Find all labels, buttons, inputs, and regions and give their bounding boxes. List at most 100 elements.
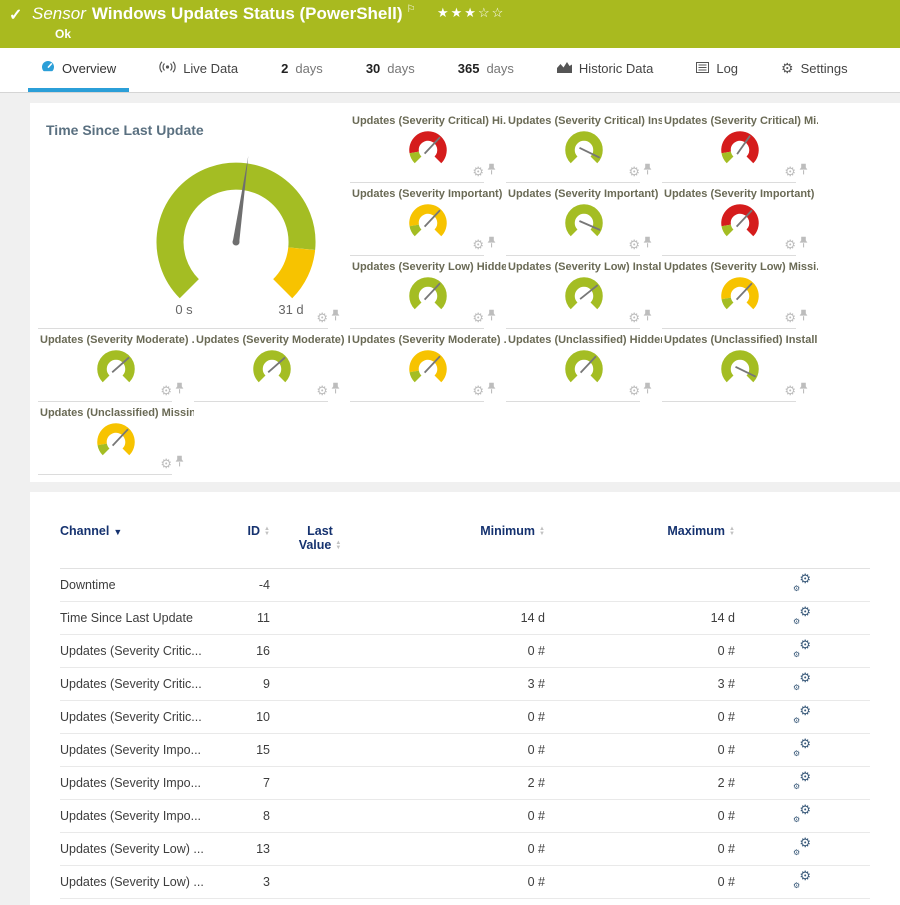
last-value-cell bbox=[270, 635, 370, 668]
small-gauge-label: Updates (Severity Critical) Mi... bbox=[662, 110, 818, 127]
gauge-gear-icon[interactable]: ⚙ bbox=[784, 165, 796, 178]
channel-settings-icon[interactable]: ⚙⚙ bbox=[794, 576, 811, 591]
gauge-pin-icon[interactable] bbox=[799, 308, 808, 326]
gauge-pin-icon[interactable] bbox=[643, 162, 652, 180]
small-gauge-cell: Updates (Severity Important) ... ⚙ bbox=[350, 183, 506, 256]
gauge-pin-icon[interactable] bbox=[175, 454, 184, 472]
priority-star-rating[interactable]: ★★★☆☆ bbox=[437, 5, 505, 21]
channel-settings-icon[interactable]: ⚙⚙ bbox=[794, 873, 811, 888]
gauge-gear-icon[interactable]: ⚙ bbox=[316, 311, 328, 324]
gauge-pin-icon[interactable] bbox=[799, 162, 808, 180]
small-gauge bbox=[400, 128, 456, 174]
channel-row[interactable]: Updates (Severity Low) ...130 #0 #⚙⚙ bbox=[60, 833, 870, 866]
gauge-gear-icon[interactable]: ⚙ bbox=[472, 311, 484, 324]
minimum-cell: 0 # bbox=[370, 635, 545, 668]
gauge-gear-icon[interactable]: ⚙ bbox=[628, 165, 640, 178]
channel-settings-icon[interactable]: ⚙⚙ bbox=[794, 708, 811, 723]
tab-overview[interactable]: Overview bbox=[28, 48, 129, 92]
sort-desc-icon: ▼ bbox=[113, 527, 122, 537]
gauge-gear-icon[interactable]: ⚙ bbox=[628, 238, 640, 251]
gauge-pin-icon[interactable] bbox=[487, 162, 496, 180]
small-gauge bbox=[556, 347, 612, 393]
gauge-gear-icon[interactable]: ⚙ bbox=[472, 384, 484, 397]
gauge-pin-icon[interactable] bbox=[799, 235, 808, 253]
channel-row[interactable]: Downtime-4⚙⚙ bbox=[60, 569, 870, 602]
column-header-minimum[interactable]: Minimum▲▼ bbox=[370, 518, 545, 569]
gauge-gear-icon[interactable]: ⚙ bbox=[472, 238, 484, 251]
tab-log[interactable]: Log bbox=[683, 48, 751, 92]
gauge-gear-icon[interactable]: ⚙ bbox=[160, 384, 172, 397]
channel-settings-icon[interactable]: ⚙⚙ bbox=[794, 774, 811, 789]
sensor-kind-label: Sensor bbox=[32, 4, 86, 23]
column-header-id[interactable]: ID▲▼ bbox=[225, 518, 270, 569]
channel-settings-icon[interactable]: ⚙⚙ bbox=[794, 741, 811, 756]
gauge-gear-icon[interactable]: ⚙ bbox=[316, 384, 328, 397]
last-value-cell bbox=[270, 569, 370, 602]
small-gauge-label: Updates (Severity Important) ... bbox=[350, 183, 506, 200]
gauge-gear-icon[interactable]: ⚙ bbox=[784, 238, 796, 251]
tab-2-days[interactable]: 2days bbox=[268, 48, 336, 92]
channel-settings-icon[interactable]: ⚙⚙ bbox=[794, 642, 811, 657]
column-header-channel[interactable]: Channel▼ bbox=[60, 518, 225, 569]
channel-row[interactable]: Updates (Severity Critic...100 #0 #⚙⚙ bbox=[60, 701, 870, 734]
channel-id-cell: 8 bbox=[225, 800, 270, 833]
channel-row[interactable]: Time Since Last Update1114 d14 d⚙⚙ bbox=[60, 602, 870, 635]
tab-historic-data[interactable]: Historic Data bbox=[544, 48, 666, 92]
gauge-pin-icon[interactable] bbox=[487, 308, 496, 326]
channel-row[interactable]: Updates (Severity Low) ...30 #0 #⚙⚙ bbox=[60, 866, 870, 899]
channel-settings-icon[interactable]: ⚙⚙ bbox=[794, 807, 811, 822]
sort-icon: ▲▼ bbox=[335, 541, 341, 551]
tab-365-days[interactable]: 365days bbox=[445, 48, 527, 92]
gauge-gear-icon[interactable]: ⚙ bbox=[160, 457, 172, 470]
column-header-maximum[interactable]: Maximum▲▼ bbox=[545, 518, 735, 569]
small-gauge-label: Updates (Severity Critical) Ins... bbox=[506, 110, 662, 127]
channel-row[interactable]: Updates (Severity Critic...93 #3 #⚙⚙ bbox=[60, 668, 870, 701]
gauge-gear-icon[interactable]: ⚙ bbox=[784, 384, 796, 397]
last-value-cell bbox=[270, 668, 370, 701]
gauge-gear-icon[interactable]: ⚙ bbox=[472, 165, 484, 178]
channel-settings-cell: ⚙⚙ bbox=[735, 833, 870, 866]
small-gauge bbox=[244, 347, 300, 393]
gauge-pin-icon[interactable] bbox=[643, 308, 652, 326]
gauge-pin-icon[interactable] bbox=[175, 381, 184, 399]
gauge-pin-icon[interactable] bbox=[331, 308, 340, 326]
channel-settings-icon[interactable]: ⚙⚙ bbox=[794, 609, 811, 624]
last-value-cell bbox=[270, 800, 370, 833]
channel-id-cell: 9 bbox=[225, 668, 270, 701]
log-icon bbox=[696, 61, 709, 76]
channel-row[interactable]: Updates (Severity Impo...72 #2 #⚙⚙ bbox=[60, 767, 870, 800]
small-gauge bbox=[88, 420, 144, 466]
channel-id-cell: 13 bbox=[225, 833, 270, 866]
channel-settings-icon[interactable]: ⚙⚙ bbox=[794, 840, 811, 855]
channel-row[interactable]: Updates (Severity Impo...80 #0 #⚙⚙ bbox=[60, 800, 870, 833]
small-gauge-label: Updates (Unclassified) Install... bbox=[662, 329, 818, 346]
small-gauge-label: Updates (Severity Important) ... bbox=[506, 183, 662, 200]
historic-data-icon bbox=[557, 61, 572, 76]
channel-settings-icon[interactable]: ⚙⚙ bbox=[794, 675, 811, 690]
tab-settings[interactable]: ⚙Settings bbox=[768, 48, 861, 92]
gauge-gear-icon[interactable]: ⚙ bbox=[628, 311, 640, 324]
minimum-cell: 2 # bbox=[370, 767, 545, 800]
channel-settings-cell: ⚙⚙ bbox=[735, 602, 870, 635]
priority-flag-icon[interactable]: ⚐ bbox=[406, 4, 415, 15]
gauge-pin-icon[interactable] bbox=[487, 235, 496, 253]
maximum-cell: 3 # bbox=[545, 668, 735, 701]
gauge-pin-icon[interactable] bbox=[643, 381, 652, 399]
maximum-cell: 0 # bbox=[545, 866, 735, 899]
gauge-pin-icon[interactable] bbox=[799, 381, 808, 399]
column-header-last-value[interactable]: LastValue▲▼ bbox=[270, 518, 370, 569]
small-gauge-cell: Updates (Severity Important) ... ⚙ bbox=[506, 183, 662, 256]
gauge-pin-icon[interactable] bbox=[331, 381, 340, 399]
tab-live-data[interactable]: Live Data bbox=[146, 48, 251, 92]
gauge-pin-icon[interactable] bbox=[487, 381, 496, 399]
gauge-pin-icon[interactable] bbox=[643, 235, 652, 253]
tab-30-days[interactable]: 30days bbox=[353, 48, 428, 92]
channel-settings-cell: ⚙⚙ bbox=[735, 569, 870, 602]
minimum-cell: 14 d bbox=[370, 602, 545, 635]
channel-row[interactable]: Updates (Severity Impo...150 #0 #⚙⚙ bbox=[60, 734, 870, 767]
sensor-title: Windows Updates Status (PowerShell) bbox=[92, 4, 403, 23]
gauge-gear-icon[interactable]: ⚙ bbox=[784, 311, 796, 324]
channel-row[interactable]: Updates (Severity Critic...160 #0 #⚙⚙ bbox=[60, 635, 870, 668]
last-value-cell bbox=[270, 701, 370, 734]
gauge-gear-icon[interactable]: ⚙ bbox=[628, 384, 640, 397]
